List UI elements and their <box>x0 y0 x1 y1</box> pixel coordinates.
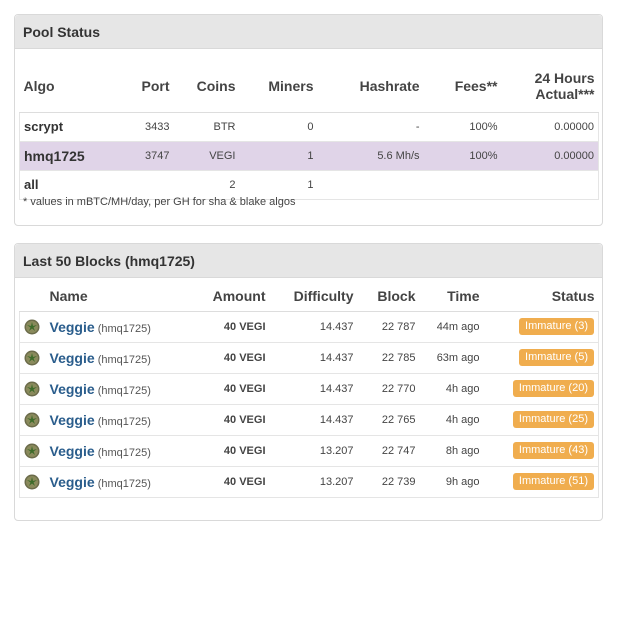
col-difficulty[interactable]: Difficulty <box>269 281 358 312</box>
block-height[interactable]: 22 747 <box>357 435 420 467</box>
status-badge: Immature (20) <box>512 380 594 397</box>
col-algo[interactable]: Algo <box>19 61 112 113</box>
pool-header-row: Algo Port Coins Miners Hashrate Fees** 2… <box>19 61 599 113</box>
pool-port: 3433 <box>111 112 174 142</box>
pool-row-hmq1725[interactable]: hmq1725 3747 VEGI 1 5.6 Mh/s 100% 0.0000… <box>19 141 599 171</box>
coin-algo: (hmq1725) <box>97 384 151 397</box>
block-row[interactable]: Veggie (hmq1725) 40 VEGI 14.437 22 787 4… <box>19 311 599 343</box>
status-badge: Immature (51) <box>512 473 594 490</box>
block-amount: 40 VEGI <box>181 342 270 374</box>
last-blocks-table: Name Amount Difficulty Block Time Status… <box>19 281 599 498</box>
block-height[interactable]: 22 739 <box>357 466 420 498</box>
pool-miners: 0 <box>239 112 318 142</box>
coin-algo: (hmq1725) <box>97 477 151 490</box>
veggie-coin-icon <box>24 412 40 427</box>
col-amount[interactable]: Amount <box>181 281 270 312</box>
block-time: 44m ago <box>419 311 484 343</box>
blocks-header-row: Name Amount Difficulty Block Time Status <box>19 281 599 312</box>
pool-miners: 1 <box>239 170 318 200</box>
block-row[interactable]: Veggie (hmq1725) 40 VEGI 14.437 22 765 4… <box>19 404 599 436</box>
pool-actual: 0.00000 <box>501 112 599 142</box>
pool-row-scrypt[interactable]: scrypt 3433 BTR 0 - 100% 0.00000 <box>19 112 599 142</box>
block-height[interactable]: 22 770 <box>357 373 420 405</box>
block-height[interactable]: 22 787 <box>357 311 420 343</box>
block-time: 63m ago <box>419 342 484 374</box>
coin-algo: (hmq1725) <box>97 322 151 335</box>
coin-algo: (hmq1725) <box>97 415 151 428</box>
pool-miners: 1 <box>239 141 318 171</box>
coin-name-link[interactable]: Veggie <box>50 319 95 335</box>
col-actual[interactable]: 24 Hours Actual*** <box>501 61 599 113</box>
block-time: 8h ago <box>419 435 484 467</box>
block-difficulty: 13.207 <box>269 435 358 467</box>
pool-status-panel: Pool Status Algo Port Coins Miners Hashr… <box>14 14 603 226</box>
coin-name-link[interactable]: Veggie <box>50 350 95 366</box>
block-difficulty: 14.437 <box>269 373 358 405</box>
block-row[interactable]: Veggie (hmq1725) 40 VEGI 13.207 22 739 9… <box>19 466 599 498</box>
coin-name-link[interactable]: Veggie <box>50 412 95 428</box>
block-time: 4h ago <box>419 404 484 436</box>
veggie-coin-icon <box>24 443 40 458</box>
pool-coins: 2 <box>173 170 240 200</box>
block-difficulty: 14.437 <box>269 342 358 374</box>
pool-hashrate: - <box>317 112 424 142</box>
block-amount: 40 VEGI <box>181 311 270 343</box>
pool-row-all[interactable]: all 2 1 <box>19 170 599 200</box>
veggie-coin-icon <box>24 319 40 334</box>
col-fees[interactable]: Fees** <box>423 61 502 113</box>
pool-algo: all <box>19 170 112 200</box>
pool-fees: 100% <box>423 141 502 171</box>
col-actual-line2: Actual*** <box>535 86 595 103</box>
col-port[interactable]: Port <box>111 61 174 113</box>
col-status[interactable]: Status <box>483 281 599 312</box>
pool-fees: 100% <box>423 112 502 142</box>
veggie-coin-icon <box>24 474 40 489</box>
block-amount: 40 VEGI <box>181 435 270 467</box>
col-coins[interactable]: Coins <box>173 61 240 113</box>
pool-algo: hmq1725 <box>19 141 112 171</box>
block-difficulty: 14.437 <box>269 311 358 343</box>
status-badge: Immature (25) <box>512 411 594 428</box>
coin-algo: (hmq1725) <box>97 446 151 459</box>
block-height[interactable]: 22 785 <box>357 342 420 374</box>
coin-name-link[interactable]: Veggie <box>50 443 95 459</box>
pool-status-title: Pool Status <box>15 15 602 49</box>
col-name[interactable]: Name <box>45 281 182 312</box>
pool-coins: VEGI <box>173 141 240 171</box>
last-blocks-panel: Last 50 Blocks (hmq1725) Name Amount Dif… <box>14 243 603 521</box>
pool-status-table: Algo Port Coins Miners Hashrate Fees** 2… <box>19 61 599 200</box>
block-amount: 40 VEGI <box>181 466 270 498</box>
block-amount: 40 VEGI <box>181 373 270 405</box>
pool-coins: BTR <box>173 112 240 142</box>
coin-name-link[interactable]: Veggie <box>50 381 95 397</box>
coin-algo: (hmq1725) <box>97 353 151 366</box>
pool-port: 3747 <box>111 141 174 171</box>
status-badge: Immature (3) <box>519 318 594 335</box>
pool-footnote: * values in mBTC/MH/day, per GH for sha … <box>23 196 296 208</box>
status-badge: Immature (5) <box>519 349 594 366</box>
block-difficulty: 13.207 <box>269 466 358 498</box>
block-time: 9h ago <box>419 466 484 498</box>
pool-algo: scrypt <box>19 112 112 142</box>
block-row[interactable]: Veggie (hmq1725) 40 VEGI 14.437 22 785 6… <box>19 342 599 374</box>
veggie-coin-icon <box>24 350 40 365</box>
block-amount: 40 VEGI <box>181 404 270 436</box>
pool-hashrate: 5.6 Mh/s <box>317 141 424 171</box>
col-block[interactable]: Block <box>357 281 420 312</box>
coin-name-link[interactable]: Veggie <box>50 474 95 490</box>
block-height[interactable]: 22 765 <box>357 404 420 436</box>
last-blocks-title: Last 50 Blocks (hmq1725) <box>15 244 602 278</box>
block-row[interactable]: Veggie (hmq1725) 40 VEGI 14.437 22 770 4… <box>19 373 599 405</box>
block-time: 4h ago <box>419 373 484 405</box>
block-row[interactable]: Veggie (hmq1725) 40 VEGI 13.207 22 747 8… <box>19 435 599 467</box>
col-hashrate[interactable]: Hashrate <box>317 61 424 113</box>
col-time[interactable]: Time <box>419 281 484 312</box>
col-actual-line1: 24 Hours <box>534 70 595 87</box>
col-miners[interactable]: Miners <box>239 61 318 113</box>
veggie-coin-icon <box>24 381 40 396</box>
status-badge: Immature (43) <box>512 442 594 459</box>
pool-actual: 0.00000 <box>501 141 599 171</box>
block-difficulty: 14.437 <box>269 404 358 436</box>
